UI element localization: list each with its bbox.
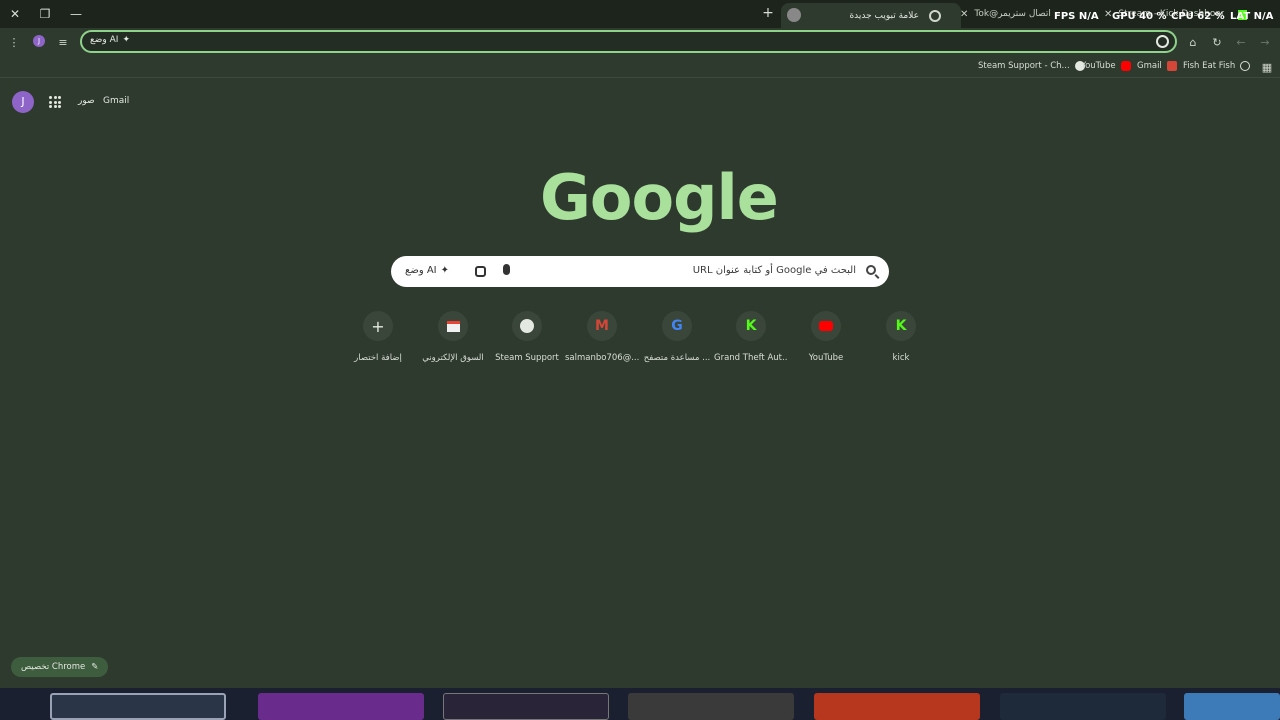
game-card[interactable] — [1000, 693, 1166, 720]
youtube-icon — [1120, 61, 1131, 71]
tab-title: علامة تبويب جديدة — [849, 10, 919, 21]
pencil-icon: ✎ — [91, 662, 99, 672]
game-strip — [0, 688, 1280, 720]
home-icon[interactable]: ⌂ — [1185, 34, 1201, 50]
chrome-icon — [929, 9, 941, 22]
game-card[interactable] — [258, 693, 424, 720]
sparkle-search-icon: ✦ — [440, 265, 450, 276]
microphone-icon[interactable] — [503, 264, 510, 275]
images-link[interactable]: صور — [78, 96, 95, 106]
google-icon — [1156, 35, 1169, 48]
game-card[interactable] — [50, 693, 226, 720]
forward-icon[interactable]: → — [1257, 34, 1273, 50]
search-icon — [866, 265, 876, 275]
lat-readout: LAT N/A — [1230, 11, 1274, 22]
tab-new-tab[interactable]: علامة تبويب جديدة — [781, 3, 961, 28]
game-card[interactable] — [1184, 693, 1280, 720]
tab-close-icon[interactable] — [787, 8, 801, 22]
search-box[interactable]: البحث في Google أو كتابة عنوان URL — [391, 256, 889, 287]
ai-mode-chip[interactable]: وضع AI ✦ — [90, 35, 130, 45]
shortcut-youtube[interactable]: YouTube — [789, 311, 863, 363]
bookmark-fish-eat-fish[interactable]: Fish Eat Fish — [1183, 61, 1251, 71]
shortcut-steam-support[interactable]: Steam Support — [490, 311, 564, 363]
gmail-icon — [1166, 61, 1177, 71]
close-window-icon[interactable]: ✕ — [5, 4, 25, 24]
shortcut-store[interactable]: السوق الإلكتروني — [416, 311, 490, 363]
gpu-readout: GPU 40 % — [1112, 11, 1167, 22]
menu-icon[interactable]: ⋮ — [6, 34, 22, 50]
shortcut-gta[interactable]: K Grand Theft Aut... — [714, 311, 788, 363]
shortcut-browser-help[interactable]: G مساعدة متصفح ... — [640, 311, 714, 363]
ai-mode-button[interactable]: وضع AI ✦ — [405, 265, 449, 276]
address-bar[interactable]: وضع AI ✦ — [80, 30, 1177, 53]
gmail-link[interactable]: Gmail — [103, 96, 129, 106]
kick-icon: K — [736, 311, 766, 341]
lens-camera-icon[interactable] — [475, 266, 486, 277]
new-tab-button[interactable]: + — [760, 5, 776, 21]
steam-icon — [512, 311, 542, 341]
fps-readout: FPS N/A — [1054, 11, 1099, 22]
customize-chrome-button[interactable]: تخصيص Chrome ✎ — [11, 657, 109, 677]
youtube-icon — [811, 311, 841, 341]
bookmark-steam-support[interactable]: Steam Support - Ch... — [978, 61, 1085, 71]
search-placeholder: البحث في Google أو كتابة عنوان URL — [692, 265, 856, 276]
apps-grid-icon[interactable] — [49, 96, 61, 108]
profile-avatar[interactable]: J — [33, 35, 45, 47]
tab-search-icon[interactable]: ≡ — [55, 34, 71, 50]
minimize-window-icon[interactable]: — — [66, 4, 86, 24]
bookmark-youtube[interactable]: YouTube — [1081, 61, 1131, 71]
game-card[interactable] — [814, 693, 980, 720]
globe-icon — [1240, 61, 1251, 71]
google-icon: G — [662, 311, 692, 341]
game-card[interactable] — [628, 693, 794, 720]
cpu-readout: CPU 62 % — [1171, 11, 1225, 22]
store-icon — [438, 311, 468, 341]
restore-window-icon[interactable]: ❐ — [35, 4, 55, 24]
account-avatar[interactable]: J — [12, 91, 34, 113]
reload-icon[interactable]: ↻ — [1209, 34, 1225, 50]
shortcut-gmail[interactable]: M salmanbo706@... — [565, 311, 639, 363]
close-icon[interactable]: ✕ — [960, 9, 968, 20]
google-logo: Google — [540, 161, 779, 234]
sparkle-search-icon: ✦ — [122, 35, 130, 45]
bookmark-gmail[interactable]: Gmail — [1137, 61, 1177, 71]
all-bookmarks-icon[interactable]: ▦ — [1259, 59, 1275, 75]
kick-icon: K — [886, 311, 916, 341]
shortcut-kick[interactable]: K kick — [864, 311, 938, 363]
shortcut-add[interactable]: + إضافة اختصار — [341, 311, 415, 363]
back-icon[interactable]: ← — [1233, 34, 1249, 50]
game-card[interactable] — [443, 693, 609, 720]
tab-title: Tok@اتصال ستريمر — [974, 9, 1051, 19]
plus-icon: + — [363, 311, 393, 341]
gmail-icon: M — [587, 311, 617, 341]
